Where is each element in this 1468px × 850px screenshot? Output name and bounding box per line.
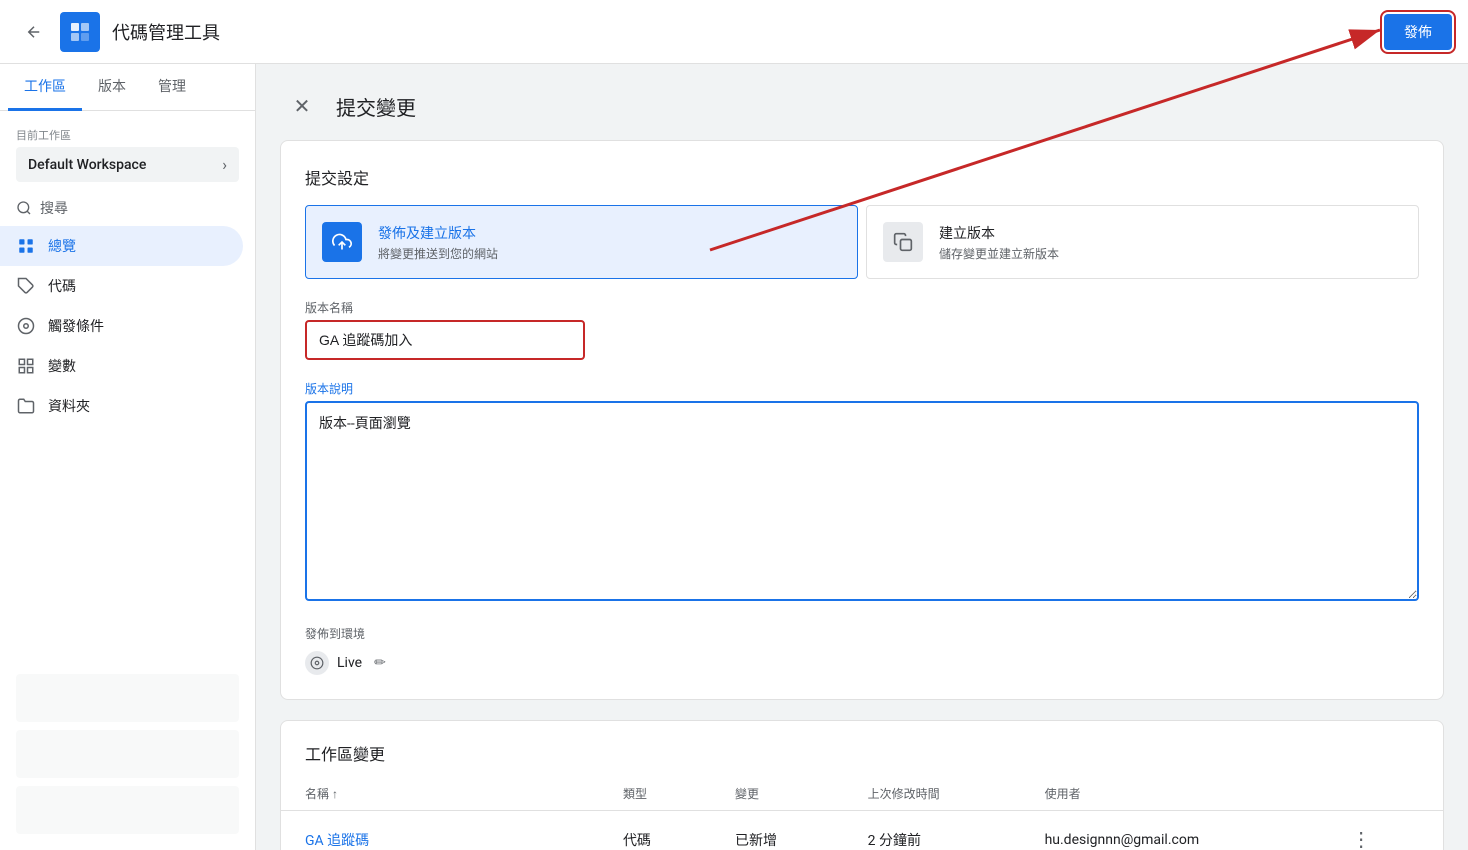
version-option-title: 建立版本 — [939, 223, 1059, 243]
app-logo — [60, 12, 100, 52]
code-label: 代碼 — [48, 276, 76, 296]
col-type: 類型 — [599, 777, 711, 811]
changes-table: 名稱 ↑ 類型 變更 上次修改時間 使用者 GA 追蹤碼 代碼 已新增 2 分鐘… — [281, 777, 1443, 850]
version-option-icon — [883, 222, 923, 262]
col-last-modified: 上次修改時間 — [844, 777, 1021, 811]
env-name: Live — [337, 655, 362, 671]
folders-icon — [16, 396, 36, 416]
cell-last-modified-0: 2 分鐘前 — [844, 811, 1021, 850]
version-name-label: 版本名稱 — [305, 299, 1419, 316]
sidebar-placeholder-2 — [16, 730, 239, 778]
dialog-close-button[interactable]: ✕ — [284, 88, 320, 124]
publish-options: 發佈及建立版本 將變更推送到您的網站 建立版本 — [305, 205, 1419, 279]
table-header-row: 名稱 ↑ 類型 變更 上次修改時間 使用者 — [281, 777, 1443, 811]
close-icon: ✕ — [294, 94, 311, 119]
workspace-selector[interactable]: Default Workspace › — [16, 147, 239, 182]
back-button[interactable] — [16, 14, 52, 50]
app-title: 代碼管理工具 — [112, 19, 1384, 45]
sidebar-item-variables[interactable]: 變數 — [0, 346, 243, 386]
variables-label: 變數 — [48, 356, 76, 376]
sidebar-placeholder-1 — [16, 674, 239, 722]
env-item: Live ✏ — [305, 650, 1419, 675]
env-label: 發佈到環境 — [305, 625, 1419, 642]
version-desc-textarea[interactable]: 版本--頁面瀏覽 — [305, 401, 1419, 601]
col-actions — [1319, 777, 1443, 811]
cell-user-0: hu.designnn@gmail.com — [1021, 811, 1320, 850]
publish-option-title: 發佈及建立版本 — [378, 223, 498, 243]
tab-manage[interactable]: 管理 — [142, 64, 202, 111]
sidebar: 工作區 版本 管理 目前工作區 Default Workspace › 搜尋 總… — [0, 64, 256, 850]
cell-type-0: 代碼 — [599, 811, 711, 850]
col-name: 名稱 ↑ — [281, 777, 599, 811]
version-desc-group: 版本說明 版本--頁面瀏覽 — [305, 380, 1419, 605]
dialog-title: 提交變更 — [336, 92, 416, 121]
dialog-header: ✕ 提交變更 — [280, 88, 1444, 124]
search-bar[interactable]: 搜尋 — [0, 190, 255, 226]
version-desc-label: 版本說明 — [305, 380, 1419, 397]
create-version-option[interactable]: 建立版本 儲存變更並建立新版本 — [866, 205, 1419, 279]
sidebar-item-code[interactable]: 代碼 — [0, 266, 243, 306]
submit-settings-body: 提交設定 發佈及建立版本 將變更推送到您的網站 — [281, 141, 1443, 699]
publish-option-icon — [322, 222, 362, 262]
chevron-right-icon: › — [222, 155, 227, 174]
cell-more-0: ⋮ — [1319, 811, 1443, 850]
workspace-section: 目前工作區 Default Workspace › — [0, 111, 255, 190]
folders-label: 資料夾 — [48, 396, 90, 416]
content-area: ✕ 提交變更 提交設定 — [256, 64, 1468, 850]
submit-settings-card: 提交設定 發佈及建立版本 將變更推送到您的網站 — [280, 140, 1444, 700]
version-name-input[interactable] — [305, 320, 585, 360]
code-icon — [16, 276, 36, 296]
env-section: 發佈到環境 Live ✏ — [305, 625, 1419, 675]
col-user: 使用者 — [1021, 777, 1320, 811]
version-option-text: 建立版本 儲存變更並建立新版本 — [939, 223, 1059, 262]
main-layout: 工作區 版本 管理 目前工作區 Default Workspace › 搜尋 總… — [0, 64, 1468, 850]
overview-label: 總覽 — [48, 236, 76, 256]
sidebar-placeholder-3 — [16, 786, 239, 834]
submit-settings-title: 提交設定 — [305, 165, 1419, 189]
cell-name-0: GA 追蹤碼 — [281, 811, 599, 850]
triggers-icon — [16, 316, 36, 336]
env-edit-button[interactable]: ✏ — [370, 650, 390, 675]
env-icon — [305, 651, 329, 675]
workspace-changes-card: 工作區變更 名稱 ↑ 類型 變更 上次修改時間 使用者 GA 追蹤碼 代碼 已新… — [280, 720, 1444, 850]
version-name-group: 版本名稱 — [305, 299, 1419, 360]
publish-option-desc: 將變更推送到您的網站 — [378, 245, 498, 262]
publish-button[interactable]: 發佈 — [1384, 14, 1452, 50]
sidebar-tabs: 工作區 版本 管理 — [0, 64, 255, 111]
sidebar-item-overview[interactable]: 總覽 — [0, 226, 243, 266]
search-icon — [16, 200, 32, 216]
edit-icon: ✏ — [374, 654, 386, 670]
search-label: 搜尋 — [40, 198, 68, 218]
overview-icon — [16, 236, 36, 256]
changes-section-title: 工作區變更 — [281, 721, 1443, 777]
variables-icon — [16, 356, 36, 376]
col-change: 變更 — [711, 777, 844, 811]
tab-version[interactable]: 版本 — [82, 64, 142, 111]
version-option-desc: 儲存變更並建立新版本 — [939, 245, 1059, 262]
workspace-name: Default Workspace — [28, 157, 146, 173]
tab-workspace[interactable]: 工作區 — [8, 64, 82, 111]
row-name-link-0[interactable]: GA 追蹤碼 — [305, 833, 369, 849]
sidebar-item-triggers[interactable]: 觸發條件 — [0, 306, 243, 346]
triggers-label: 觸發條件 — [48, 316, 104, 336]
row-more-button-0[interactable]: ⋮ — [1343, 823, 1379, 850]
sidebar-nav: 總覽 代碼 觸發條件 變數 — [0, 226, 255, 670]
app-header: 代碼管理工具 發佈 — [0, 0, 1468, 64]
workspace-label: 目前工作區 — [16, 127, 239, 143]
cell-change-0: 已新增 — [711, 811, 844, 850]
sidebar-item-folders[interactable]: 資料夾 — [0, 386, 243, 426]
publish-and-create-option[interactable]: 發佈及建立版本 將變更推送到您的網站 — [305, 205, 858, 279]
table-row: GA 追蹤碼 代碼 已新增 2 分鐘前 hu.designnn@gmail.co… — [281, 811, 1443, 850]
publish-option-text: 發佈及建立版本 將變更推送到您的網站 — [378, 223, 498, 262]
